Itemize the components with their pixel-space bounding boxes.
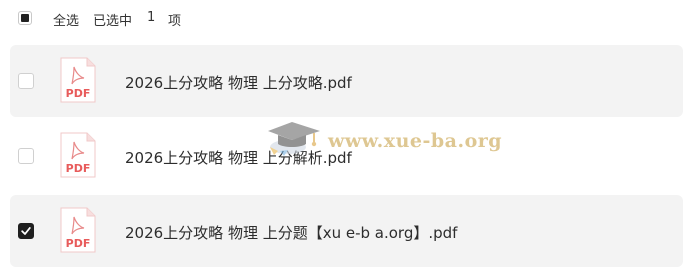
partial-check-indicator bbox=[21, 14, 29, 22]
select-all-label[interactable]: 全选 bbox=[53, 10, 79, 29]
file-name[interactable]: 2026上分攻略 物理 上分题【xu e-b a.org】.pdf bbox=[125, 222, 457, 243]
checkmark-icon bbox=[21, 227, 31, 235]
watermark: www.xue-ba.org bbox=[262, 117, 502, 159]
file-row[interactable]: PDF 2026上分攻略 物理 上分攻略.pdf bbox=[10, 45, 683, 117]
pdf-file-icon: PDF bbox=[60, 207, 96, 253]
selected-prefix: 已选中 bbox=[93, 14, 133, 29]
pdf-icon-label: PDF bbox=[66, 87, 91, 100]
selection-toolbar: 全选 已选中 1 项 bbox=[0, 0, 683, 38]
pdf-file-icon: PDF bbox=[60, 132, 96, 178]
file-row[interactable]: PDF 2026上分攻略 物理 上分题【xu e-b a.org】.pdf bbox=[10, 195, 683, 267]
file-name[interactable]: 2026上分攻略 物理 上分攻略.pdf bbox=[125, 72, 352, 93]
watermark-text: www.xue-ba.org bbox=[328, 130, 503, 152]
select-all-checkbox[interactable] bbox=[18, 11, 32, 25]
pdf-icon-label: PDF bbox=[66, 162, 91, 175]
selected-count: 1 bbox=[147, 10, 156, 25]
graduation-cap-icon bbox=[268, 122, 320, 156]
pdf-file-icon: PDF bbox=[60, 57, 96, 103]
file-checkbox-checked[interactable] bbox=[18, 223, 34, 239]
selected-unit: 项 bbox=[168, 14, 182, 29]
file-checkbox[interactable] bbox=[18, 148, 34, 164]
file-checkbox[interactable] bbox=[18, 73, 34, 89]
pdf-icon-label: PDF bbox=[66, 237, 91, 250]
